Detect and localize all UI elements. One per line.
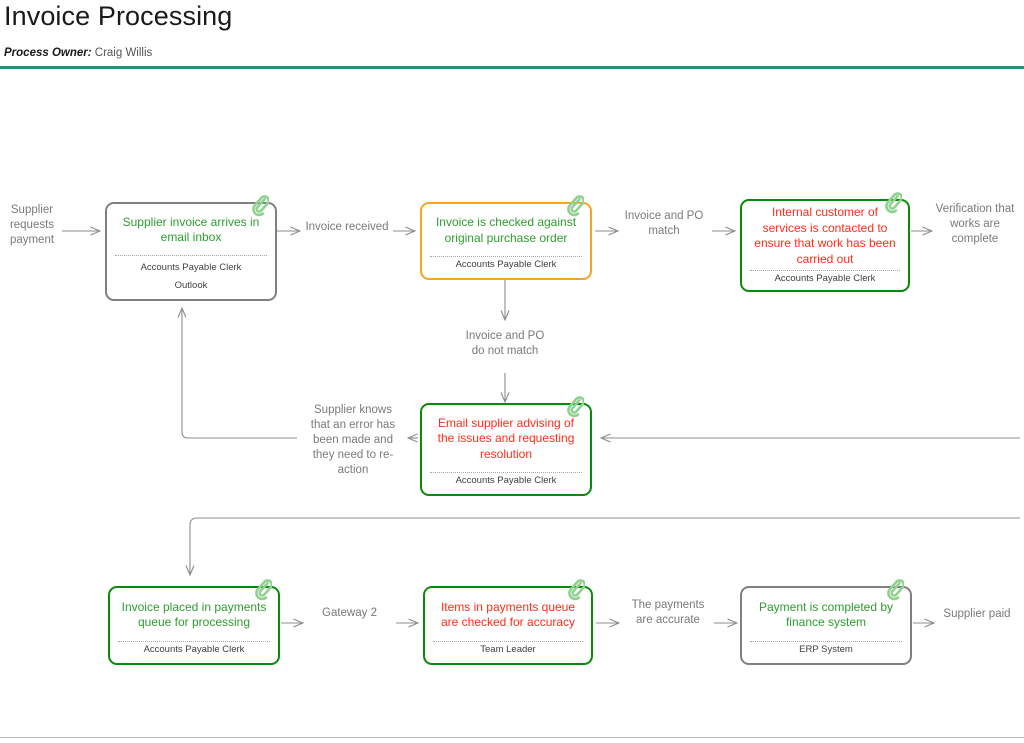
node-title: Invoice is checked against original purc… — [435, 215, 577, 245]
process-flow-diagram: Supplier invoice arrives in email inbox … — [0, 0, 1024, 743]
node-role: Accounts Payable Clerk — [140, 262, 242, 273]
paperclip-icon — [567, 396, 584, 418]
edge-label-the-payments-are-accurate: The payments are accurate — [631, 599, 705, 626]
process-node-items-checked-for-accuracy[interactable]: Items in payments queue are checked for … — [423, 579, 593, 665]
node-role: ERP System — [799, 644, 853, 655]
process-node-invoice-placed-in-queue[interactable]: Invoice placed in payments queue for pro… — [108, 579, 280, 665]
edge-label-invoice-and-po-match: Invoice and PO match — [624, 210, 704, 237]
edge-label-invoice-and-po-do-not-match: Invoice and PO do not match — [465, 330, 545, 357]
node-role: Accounts Payable Clerk — [774, 273, 876, 284]
paperclip-icon — [567, 195, 584, 217]
node-title: Email supplier advising of the issues an… — [437, 415, 575, 461]
node-title: Payment is completed by finance system — [758, 599, 894, 630]
footer-divider — [0, 737, 1024, 738]
edge-label-supplier-paid: Supplier paid — [943, 608, 1011, 620]
process-node-invoice-checked-against-po[interactable]: Invoice is checked against original purc… — [420, 195, 592, 280]
process-node-supplier-invoice-arrives[interactable]: Supplier invoice arrives in email inbox … — [105, 195, 277, 301]
node-role: Accounts Payable Clerk — [455, 259, 557, 270]
node-role: Accounts Payable Clerk — [143, 644, 245, 655]
edge-to-payments-queue — [190, 517, 1020, 575]
edge-label-supplier-requests-payment: Supplier requests payment — [9, 204, 55, 246]
paperclip-icon — [887, 579, 904, 601]
edge-label-gateway-2: Gateway 2 — [322, 607, 377, 619]
paperclip-icon — [252, 195, 269, 217]
edge-label-invoice-received: Invoice received — [305, 221, 389, 233]
process-node-email-supplier-advising[interactable]: Email supplier advising of the issues an… — [420, 396, 592, 496]
node-title: Supplier invoice arrives in email inbox — [122, 214, 260, 245]
paperclip-icon — [255, 579, 272, 601]
edge-label-supplier-knows-error: Supplier knows that an error has been ma… — [310, 404, 396, 476]
node-title: Invoice placed in payments queue for pro… — [121, 599, 267, 630]
paperclip-icon — [885, 192, 902, 214]
process-node-payment-completed[interactable]: Payment is completed by finance system E… — [740, 579, 912, 665]
node-role: Team Leader — [480, 644, 536, 655]
node-role: Accounts Payable Clerk — [455, 475, 557, 486]
process-node-internal-customer-contacted[interactable]: Internal customer of services is contact… — [740, 192, 910, 292]
edge-loopback-to-box1 — [182, 308, 297, 439]
paperclip-icon — [568, 579, 585, 601]
node-system: Outlook — [174, 280, 208, 291]
edge-label-verification-works-complete: Verification that works are complete — [935, 203, 1015, 245]
